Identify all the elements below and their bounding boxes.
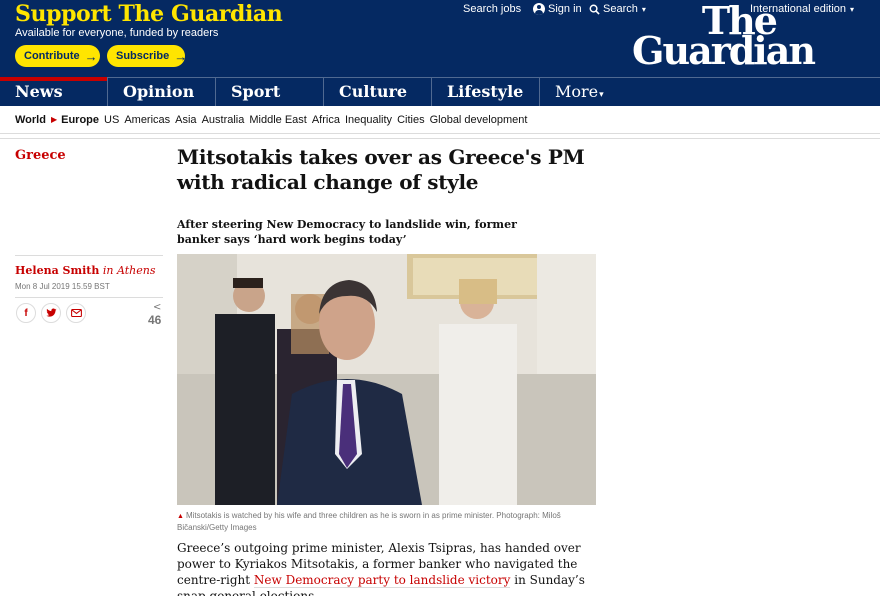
sub-nav: World ▶ Europe US Americas Asia Australi… (0, 106, 880, 134)
share-email-button[interactable] (66, 303, 86, 323)
triangle-up-icon: ▲ (177, 513, 184, 520)
caption-text: Mitsotakis is watched by his wife and th… (177, 511, 561, 532)
article-body: Greece’s outgoing prime minister, Alexis… (177, 540, 597, 596)
author-link[interactable]: Helena Smith (15, 264, 99, 277)
subnav-middle-east[interactable]: Middle East (249, 114, 306, 126)
section-label[interactable]: Greece (15, 148, 66, 163)
nav-more-label: More (555, 82, 599, 101)
subscribe-label: Subscribe (116, 50, 170, 62)
subnav-africa[interactable]: Africa (312, 114, 340, 126)
article-standfirst: After steering New Democracy to landslid… (177, 218, 517, 246)
subnav-europe[interactable]: Europe (61, 114, 99, 126)
subnav-inequality[interactable]: Inequality (345, 114, 392, 126)
sign-in-label: Sign in (548, 3, 582, 15)
support-title: Support The Guardian (15, 1, 283, 27)
divider (15, 255, 163, 256)
nav-opinion[interactable]: Opinion (107, 78, 215, 106)
subnav-australia[interactable]: Australia (202, 114, 245, 126)
support-subtitle: Available for everyone, funded by reader… (15, 27, 219, 39)
photo-caption: ▲ Mitsotakis is watched by his wife and t… (177, 510, 592, 533)
arrow-right-icon: → (174, 48, 188, 64)
header-banner: Support The Guardian Available for every… (0, 0, 880, 77)
email-icon (70, 309, 82, 317)
user-icon (533, 3, 545, 15)
subnav-asia[interactable]: Asia (175, 114, 196, 126)
nav-lifestyle[interactable]: Lifestyle (431, 78, 539, 106)
subnav-global-development[interactable]: Global development (430, 114, 528, 126)
search-icon (589, 4, 600, 15)
nav-news[interactable]: News (0, 77, 107, 106)
chevron-down-icon: ▾ (599, 90, 604, 100)
logo-line-2: Guardian (632, 28, 816, 73)
chevron-down-icon: ▾ (850, 4, 855, 14)
guardian-logo[interactable]: The Guardian (609, 0, 816, 73)
subnav-cities[interactable]: Cities (397, 114, 425, 126)
divider (0, 138, 880, 139)
nav-culture[interactable]: Culture (323, 78, 431, 106)
twitter-icon (45, 308, 57, 317)
subnav-world[interactable]: World (15, 114, 46, 126)
contribute-label: Contribute (24, 50, 80, 62)
share-twitter-button[interactable] (41, 303, 61, 323)
subnav-americas[interactable]: Americas (124, 114, 170, 126)
main-photo[interactable] (177, 254, 596, 505)
share-facebook-button[interactable]: f (16, 303, 36, 323)
share-count: 46 (148, 313, 162, 327)
contribute-button[interactable]: Contribute → (15, 45, 100, 67)
photo-illustration (177, 254, 596, 505)
subnav-us[interactable]: US (104, 114, 119, 126)
byline: Helena Smith in Athens (15, 264, 155, 277)
sign-in-link[interactable]: Sign in (533, 3, 582, 15)
new-democracy-link[interactable]: New Democracy party to landslide victory (253, 573, 511, 588)
arrow-right-icon: → (84, 48, 98, 64)
search-jobs-link[interactable]: Search jobs (463, 3, 521, 15)
share-icon: < (153, 302, 162, 313)
nav-sport[interactable]: Sport (215, 78, 323, 106)
subscribe-button[interactable]: Subscribe → (107, 45, 188, 67)
nav-more[interactable]: More▾ (539, 78, 619, 106)
publish-date: Mon 8 Jul 2019 15.59 BST (15, 282, 110, 291)
article-headline: Mitsotakis takes over as Greece's PM wit… (177, 145, 585, 194)
byline-location: in Athens (102, 264, 156, 277)
triangle-right-icon: ▶ (50, 115, 58, 124)
facebook-icon: f (24, 307, 28, 319)
pillar-nav: News Opinion Sport Culture Lifestyle Mor… (0, 77, 880, 106)
divider (15, 297, 163, 298)
search-jobs-label: Search jobs (463, 3, 522, 15)
